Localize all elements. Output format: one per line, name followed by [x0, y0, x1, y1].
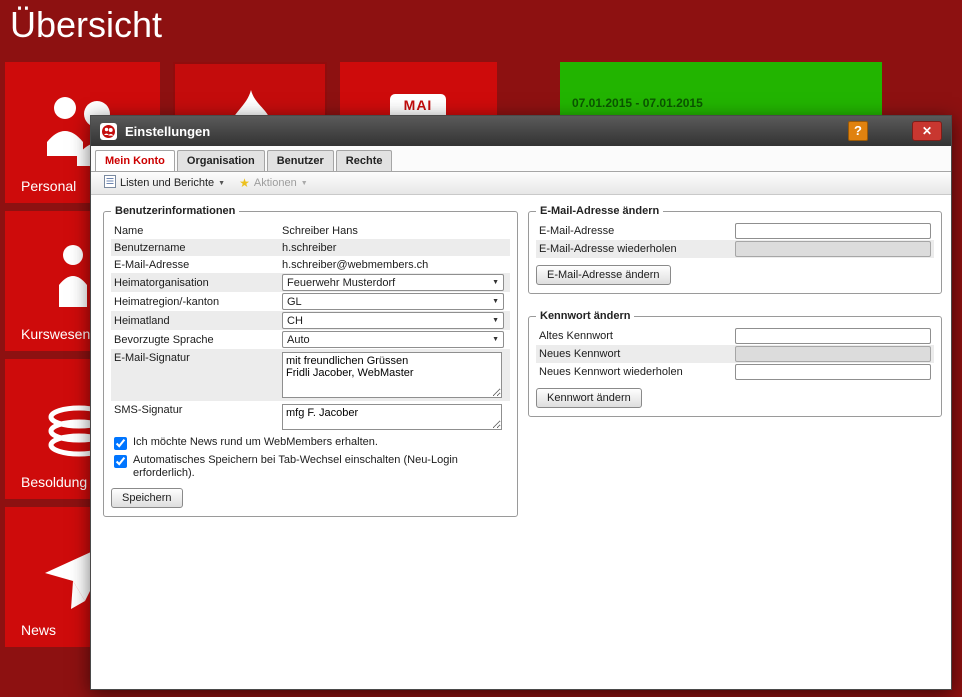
chevron-down-icon: ▼	[492, 298, 499, 305]
dialog-body: Mein Konto Organisation Benutzer Rechte …	[91, 146, 951, 689]
chevron-down-icon: ▼	[300, 179, 308, 187]
close-button[interactable]: ✕	[912, 121, 942, 141]
new-password-input	[735, 346, 931, 362]
chevron-down-icon: ▼	[492, 317, 499, 324]
repeat-email-input	[735, 241, 931, 257]
dialog-titlebar[interactable]: Einstellungen ? ✕	[91, 116, 951, 146]
security-column: E-Mail-Adresse ändern E-Mail-Adresse E-M…	[528, 205, 942, 417]
field-label: Benutzername	[114, 241, 186, 254]
field-label: E-Mail-Adresse wiederholen	[539, 243, 677, 255]
news-checkbox[interactable]	[114, 437, 127, 450]
tab-mein-konto[interactable]: Mein Konto	[95, 150, 175, 171]
field-label: Altes Kennwort	[539, 330, 613, 342]
toolbar: Listen und Berichte ▼ ★ Aktionen ▼	[91, 172, 951, 195]
sms-signatur-textarea[interactable]: mfg F. Jacober	[282, 404, 502, 430]
tile-label: Kurswesen	[21, 326, 91, 342]
field-row-repeat-email: E-Mail-Adresse wiederholen	[536, 240, 934, 258]
save-button[interactable]: Speichern	[111, 488, 183, 508]
tab-organisation[interactable]: Organisation	[176, 150, 265, 171]
tile-label: Besoldung	[21, 474, 88, 490]
date-range-label: 07.01.2015 - 07.01.2015	[572, 96, 703, 110]
field-value: h.schreiber	[282, 241, 337, 254]
tab-benutzer[interactable]: Benutzer	[266, 150, 334, 171]
repeat-password-input[interactable]	[735, 364, 931, 380]
fieldset-legend: Kennwort ändern	[540, 310, 631, 322]
tab-rechte[interactable]: Rechte	[335, 150, 393, 171]
field-label: E-Mail-Adresse	[539, 225, 615, 237]
benutzerinformationen-fieldset: Benutzerinformationen Name Schreiber Han…	[103, 205, 518, 517]
checkbox-label: Ich möchte News rund um WebMembers erhal…	[133, 436, 378, 448]
field-row-sms-signatur: SMS-Signatur mfg F. Jacober	[111, 401, 510, 433]
app-logo-icon	[100, 122, 117, 140]
tile-label: Personal	[21, 178, 77, 194]
account-column: Benutzerinformationen Name Schreiber Han…	[103, 205, 518, 517]
field-label: Neues Kennwort	[539, 348, 621, 360]
field-label: E-Mail-Signatur	[114, 352, 190, 364]
field-value: h.schreiber@webmembers.ch	[282, 258, 429, 271]
field-row-old-password: Altes Kennwort	[536, 327, 934, 345]
field-row-email-signatur: E-Mail-Signatur mit freundlichen Grüssen…	[111, 349, 510, 401]
field-label: Heimatorganisation	[114, 276, 209, 289]
field-label: SMS-Signatur	[114, 404, 183, 416]
actions-menu: ★ Aktionen ▼	[232, 175, 315, 191]
field-label: Bevorzugte Sprache	[114, 333, 214, 346]
new-email-input[interactable]	[735, 223, 931, 239]
calendar-month: MAI	[403, 97, 433, 113]
tile-label: News	[21, 622, 57, 638]
change-email-button[interactable]: E-Mail-Adresse ändern	[536, 265, 671, 285]
field-row-name: Name Schreiber Hans	[111, 222, 510, 239]
field-row-heimatorganisation: Heimatorganisation Feuerwehr Musterdorf …	[111, 273, 510, 292]
tile-date-range[interactable]: 07.01.2015 - 07.01.2015	[560, 62, 882, 120]
change-password-fieldset: Kennwort ändern Altes Kennwort Neues Ken…	[528, 310, 942, 417]
chevron-down-icon: ▼	[492, 336, 499, 343]
tab-bar: Mein Konto Organisation Benutzer Rechte	[91, 146, 951, 172]
selected-value: Auto	[287, 333, 310, 346]
field-row-heimatregion: Heimatregion/-kanton GL ▼	[111, 292, 510, 311]
field-label: Heimatregion/-kanton	[114, 295, 220, 308]
selected-value: CH	[287, 314, 303, 327]
fieldset-legend: Benutzerinformationen	[115, 205, 236, 217]
change-password-button[interactable]: Kennwort ändern	[536, 388, 642, 408]
field-label: E-Mail-Adresse	[114, 258, 190, 271]
autosave-checkbox-row: Automatisches Speichern bei Tab-Wechsel …	[111, 451, 510, 481]
lists-and-reports-menu[interactable]: Listen und Berichte ▼	[97, 173, 232, 193]
field-row-benutzername: Benutzername h.schreiber	[111, 239, 510, 256]
selected-value: Feuerwehr Musterdorf	[287, 276, 396, 289]
change-email-fieldset: E-Mail-Adresse ändern E-Mail-Adresse E-M…	[528, 205, 942, 294]
menu-label: Aktionen	[253, 177, 297, 189]
settings-dialog: Einstellungen ? ✕ Mein Konto Organisatio…	[90, 115, 952, 690]
field-row-repeat-password: Neues Kennwort wiederholen	[536, 363, 934, 381]
checkbox-label: Automatisches Speichern bei Tab-Wechsel …	[133, 454, 458, 479]
field-row-new-email: E-Mail-Adresse	[536, 222, 934, 240]
field-label: Name	[114, 224, 144, 237]
email-signatur-textarea[interactable]: mit freundlichen Grüssen Fridli Jacober,…	[282, 352, 502, 398]
heimatregion-select[interactable]: GL ▼	[282, 293, 504, 310]
dialog-title: Einstellungen	[125, 123, 211, 139]
field-row-heimatland: Heimatland CH ▼	[111, 311, 510, 330]
field-value: Schreiber Hans	[282, 224, 358, 237]
news-checkbox-row: Ich möchte News rund um WebMembers erhal…	[111, 433, 510, 451]
field-row-new-password: Neues Kennwort	[536, 345, 934, 363]
star-icon: ★	[239, 176, 250, 190]
page-title: Übersicht	[10, 4, 163, 45]
old-password-input[interactable]	[735, 328, 931, 344]
field-label: Neues Kennwort wiederholen	[539, 366, 683, 378]
heimatorganisation-select[interactable]: Feuerwehr Musterdorf ▼	[282, 274, 504, 291]
sprache-select[interactable]: Auto ▼	[282, 331, 504, 348]
selected-value: GL	[287, 295, 302, 308]
help-button[interactable]: ?	[848, 121, 868, 141]
chevron-down-icon: ▼	[218, 179, 226, 187]
field-row-email: E-Mail-Adresse h.schreiber@webmembers.ch	[111, 256, 510, 273]
autosave-checkbox[interactable]	[114, 455, 127, 468]
report-icon	[104, 175, 116, 191]
field-row-sprache: Bevorzugte Sprache Auto ▼	[111, 330, 510, 349]
fieldset-legend: E-Mail-Adresse ändern	[540, 205, 660, 217]
menu-label: Listen und Berichte	[120, 177, 215, 189]
heimatland-select[interactable]: CH ▼	[282, 312, 504, 329]
field-label: Heimatland	[114, 314, 170, 327]
chevron-down-icon: ▼	[492, 279, 499, 286]
